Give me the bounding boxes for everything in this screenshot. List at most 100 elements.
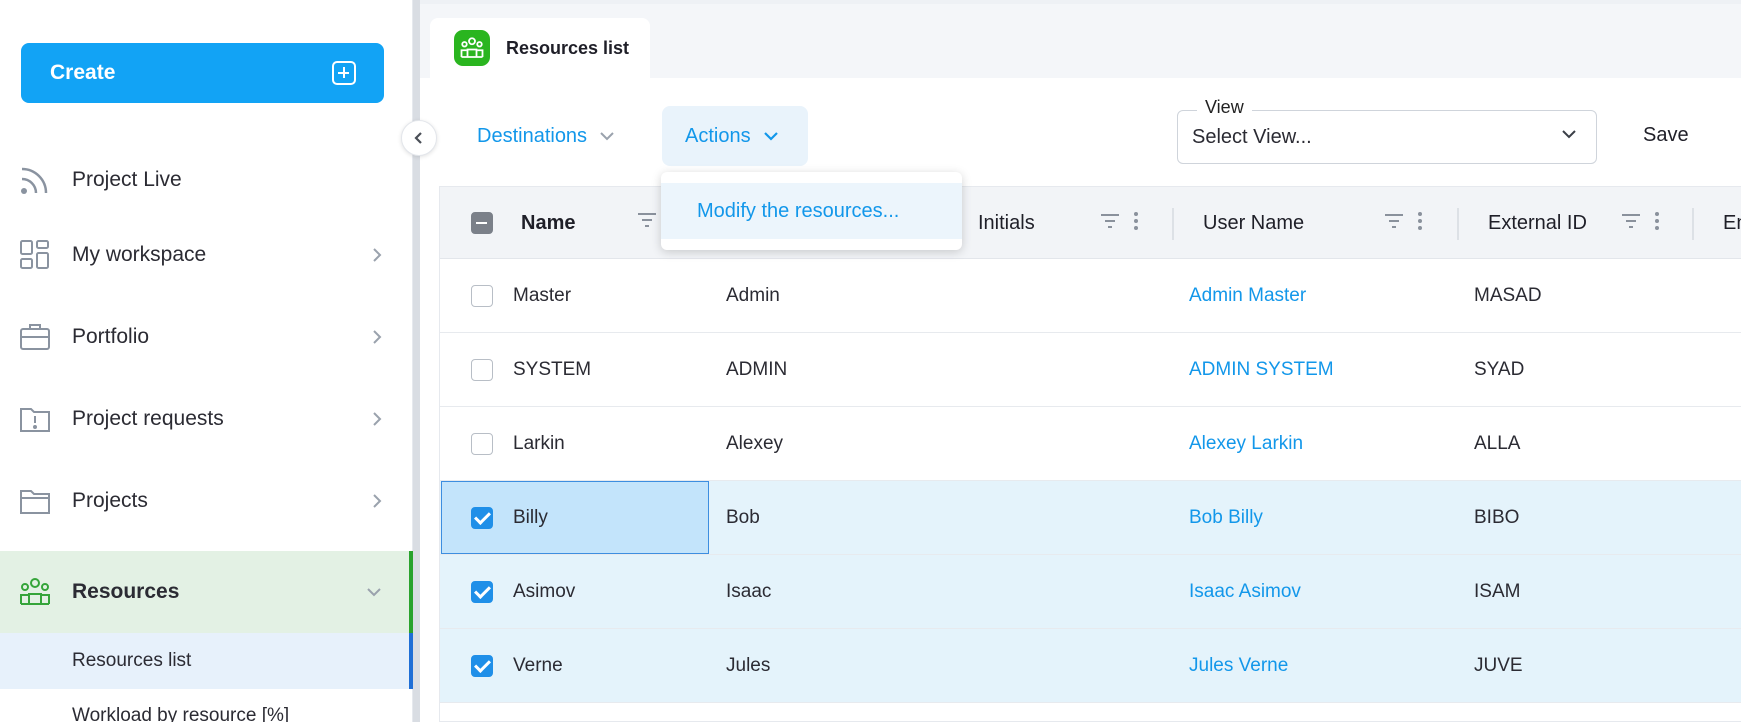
plus-square-icon [332,61,356,85]
column-separator[interactable] [1692,208,1694,240]
folder-alert-icon [18,402,52,436]
column-header-initials[interactable]: Initials [978,187,1035,259]
sidebar-item-label: Project requests [72,407,224,430]
create-label: Create [50,61,116,84]
sidebar-item-projects[interactable]: Projects [0,461,413,541]
column-separator[interactable] [1457,208,1459,240]
destinations-label: Destinations [477,124,588,147]
filter-icon[interactable] [1620,212,1642,230]
rss-icon [18,163,52,197]
table-row[interactable]: Billy Bob Bob Billy BIBO [440,481,1741,555]
chevron-right-icon [373,330,382,344]
cell-first-name: Jules [726,654,771,676]
column-header-email[interactable]: En [1723,187,1741,259]
column-header-label: En [1723,211,1741,234]
chevron-left-icon [414,132,422,144]
row-checkbox[interactable] [471,581,493,603]
view-legend: View [1197,97,1252,118]
sidebar: Create Project Live My workspace Portfol… [0,0,413,722]
column-tools [1620,211,1660,231]
sidebar-item-project-requests[interactable]: Project requests [0,379,413,459]
more-vertical-icon[interactable] [1654,211,1660,231]
cell-name: Master [513,284,572,306]
more-vertical-icon[interactable] [1133,211,1139,231]
cell-external-id: JUVE [1474,654,1523,676]
sidebar-item-portfolio[interactable]: Portfolio [0,297,413,377]
app-root: Create Project Live My workspace Portfol… [0,0,1741,722]
sidebar-subitem-label: Resources list [72,650,192,671]
cell-name: Verne [513,654,563,676]
sidebar-item-label: My workspace [72,243,207,266]
column-tools [1383,211,1423,231]
column-header-name[interactable]: Name [521,187,575,259]
column-tools [1099,211,1139,231]
filter-icon[interactable] [1099,212,1121,230]
chevron-down-icon [1562,130,1576,139]
cell-external-id: ISAM [1474,580,1521,602]
row-checkbox[interactable] [471,433,493,455]
sidebar-item-project-live[interactable]: Project Live [0,140,413,220]
column-header-label: External ID [1488,211,1587,234]
column-header-label: Initials [978,211,1035,234]
cell-name: SYSTEM [513,358,592,380]
sidebar-item-my-workspace[interactable]: My workspace [0,215,413,295]
cell-user-name-link[interactable]: Bob Billy [1189,481,1263,554]
table-row[interactable]: Asimov Isaac Isaac Asimov ISAM [440,555,1741,629]
cell-first-name: Admin [726,284,780,306]
table-row[interactable]: Master Admin Admin Master MASAD [440,259,1741,333]
cell-first-name: Alexey [726,432,784,454]
row-checkbox[interactable] [471,507,493,529]
cell-first-name: Bob [726,506,760,528]
column-header-external-id[interactable]: External ID [1488,187,1587,259]
briefcase-icon [18,320,52,354]
sidebar-subitem-label: Workload by resource [%] [72,705,290,722]
cell-external-id: ALLA [1474,432,1521,454]
save-view-button[interactable]: Save [1643,124,1689,147]
collapse-sidebar-button[interactable] [401,120,437,156]
sidebar-scrollbar[interactable] [413,0,420,722]
table-row[interactable]: Verne Jules Jules Verne JUVE [440,629,1741,703]
row-checkbox[interactable] [471,285,493,307]
destinations-button[interactable]: Destinations [477,106,615,166]
cell-external-id: SYAD [1474,358,1525,380]
more-vertical-icon[interactable] [1417,211,1423,231]
column-tools [636,211,658,229]
row-checkbox[interactable] [471,655,493,677]
chevron-right-icon [373,248,382,262]
cell-user-name-link[interactable]: ADMIN SYSTEM [1189,333,1334,406]
column-header-user-name[interactable]: User Name [1203,187,1304,259]
sidebar-item-label: Portfolio [72,325,150,348]
select-all-checkbox[interactable] [471,212,493,234]
folder-icon [18,484,52,518]
cell-user-name-link[interactable]: Isaac Asimov [1189,555,1301,628]
sidebar-subitem-resources-list[interactable]: Resources list [0,633,413,689]
column-separator[interactable] [1172,208,1174,240]
cell-external-id: BIBO [1474,506,1520,528]
filter-icon[interactable] [1383,212,1405,230]
grid-icon [18,238,52,272]
menu-item-modify-resources[interactable]: Modify the resources... [661,183,962,239]
resources-table: Name Initials User Name External ID E Ma… [439,186,1741,722]
column-header-label: User Name [1203,211,1305,234]
table-row[interactable]: SYSTEM ADMIN ADMIN SYSTEM SYAD [440,333,1741,407]
sidebar-item-label: Project Live [72,168,182,191]
cell-user-name-link[interactable]: Alexey Larkin [1189,407,1303,480]
actions-button[interactable]: Actions [662,106,808,166]
chevron-right-icon [373,494,382,508]
cell-user-name-link[interactable]: Jules Verne [1189,629,1288,702]
cell-name: Asimov [513,580,576,602]
tab-resources-list[interactable]: Resources list [430,18,650,78]
chevron-down-icon [600,132,614,141]
filter-icon[interactable] [636,211,658,229]
chevron-down-icon [763,132,778,141]
row-checkbox[interactable] [471,359,493,381]
actions-label: Actions [685,124,751,147]
table-row[interactable]: Larkin Alexey Alexey Larkin ALLA [440,407,1741,481]
cell-external-id: MASAD [1474,284,1542,306]
sidebar-subitem-workload[interactable]: Workload by resource [%] [0,689,413,722]
sidebar-item-resources[interactable]: Resources [0,551,413,633]
create-button[interactable]: Create [21,43,384,103]
cell-user-name-link[interactable]: Admin Master [1189,259,1306,332]
cell-name: Larkin [513,432,565,454]
actions-menu: Modify the resources... [661,172,962,250]
